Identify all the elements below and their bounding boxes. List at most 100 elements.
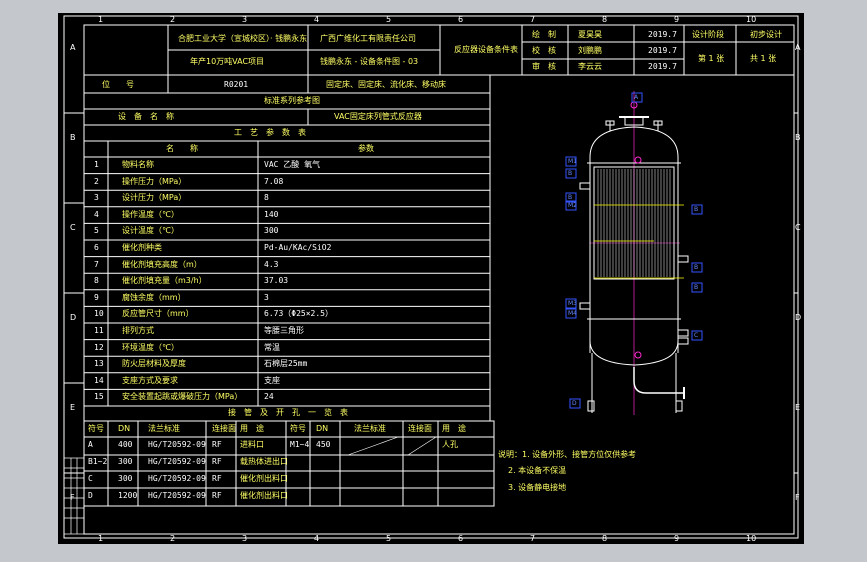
nozzle-cell-sym: C [88, 474, 93, 483]
param-row-name: 催化剂填充量（m3/h） [122, 276, 207, 286]
grid-col-label: 6 [458, 534, 464, 543]
nozzle-col-header: 符号 [290, 424, 306, 433]
name-audit: 李云云 [578, 62, 602, 71]
callout-label: D [572, 400, 577, 407]
grid-row-label: A [795, 43, 801, 52]
callout-label: A [634, 94, 639, 101]
nozzle-cell-sym: A [88, 440, 93, 449]
nozzle-col-header: 连接面 [212, 424, 236, 433]
grid-col-label: 4 [314, 534, 320, 543]
equipment-value: VAC固定床列管式反应器 [334, 112, 422, 121]
grid-col-label: 10 [746, 15, 757, 24]
grid-row-label: A [70, 43, 76, 52]
param-row-name: 物料名称 [122, 160, 154, 169]
date-audit: 2019.7 [648, 62, 677, 71]
role-check: 校 核 [532, 46, 556, 55]
param-row-number: 2 [94, 176, 99, 186]
param-row-name: 腐蚀余度（mm） [122, 292, 186, 302]
param-row-name: 催化剂种类 [122, 243, 162, 252]
nozzle-col-header: 法兰标准 [354, 424, 386, 433]
callout-label: B [568, 170, 573, 177]
grid-col-label: 5 [386, 534, 392, 543]
nozzle-cell-sym: B1~2 [88, 457, 108, 466]
param-row-number: 13 [94, 359, 104, 369]
grid-col-label: 1 [98, 15, 104, 24]
university-name: 合肥工业大学（宣城校区）· 钱鹏永东 [178, 34, 308, 43]
param-row-number: 7 [94, 259, 99, 269]
param-row-name: 防火层材料及厚度 [122, 359, 186, 369]
grid-col-label: 8 [602, 534, 608, 543]
param-row-name: 操作压力（MPa） [122, 176, 187, 186]
nozzle-cell-std: HG/T20592-09 [148, 474, 206, 483]
nozzle-cell-use: 载热体进出口 [240, 457, 288, 466]
nozzle-cell-face: RF [212, 440, 222, 449]
callout-label: C [694, 332, 699, 339]
grid-row-label: E [795, 403, 801, 412]
nozzle-cell-sym2: M1~4 [290, 440, 310, 449]
grid-col-label: 8 [602, 15, 608, 24]
grid-row-label: B [795, 133, 801, 142]
grid-col-label: 2 [170, 15, 176, 24]
param-row-name: 安全装置起跳或爆破压力（MPa） [122, 392, 243, 402]
param-row-number: 1 [94, 160, 99, 169]
param-row-value: 300 [264, 226, 279, 236]
nozzle-cell-use: 进料口 [240, 440, 264, 449]
callout-label: B [694, 284, 699, 291]
role-audit: 审 核 [532, 62, 556, 71]
param-row-value: 6.73（Φ25×2.5） [264, 309, 333, 319]
callout-label: M1 [568, 158, 577, 165]
nozzle-cell-face: RF [212, 474, 222, 483]
reactor-vessel [579, 91, 689, 415]
standard-label: 标准系列参考图 [264, 96, 320, 105]
param-row-number: 9 [94, 292, 99, 302]
grid-col-label: 6 [458, 15, 464, 24]
param-row-name: 设计温度（℃） [122, 226, 179, 236]
project-name: 年产10万吨VAC项目 [190, 57, 265, 66]
position-value: R0201 [224, 80, 249, 89]
nozzle-col-header: DN [118, 424, 131, 433]
grid-col-label: 3 [242, 534, 248, 543]
nozzle-col-header: DN [316, 424, 329, 433]
param-row-value: 石棉层25mm [264, 359, 308, 369]
param-row-name: 环境温度（℃） [122, 342, 179, 352]
nozzle-col-header: 用 途 [442, 424, 466, 433]
callout-label: M3 [568, 300, 577, 307]
param-row-name: 操作温度（℃） [122, 209, 179, 219]
param-row-number: 5 [94, 226, 99, 236]
grid-row-label: C [70, 223, 76, 232]
nozzle-col-header: 符号 [88, 424, 104, 433]
name-draw: 夏昊昊 [578, 30, 602, 39]
param-row-value: 7.08 [264, 176, 284, 186]
grid-col-label: 1 [98, 534, 104, 543]
param-row-number: 15 [94, 392, 104, 402]
nozzle-cell-dn2: 450 [316, 440, 331, 449]
param-row-name: 反应管尺寸（mm） [122, 309, 194, 319]
param-row-number: 14 [94, 375, 104, 385]
grid-row-label: B [70, 133, 76, 142]
param-row-name: 催化剂填充高度（m） [122, 259, 202, 269]
name-check: 刘鹏鹏 [578, 46, 602, 55]
col-param: 参数 [358, 144, 374, 153]
nozzle-col-header: 用 途 [240, 424, 264, 433]
position-label: 位 号 [102, 80, 134, 89]
date-check: 2019.7 [648, 46, 677, 55]
reactor-type: 固定床、固定床、流化床、移动床 [326, 80, 446, 89]
grid-row-label: D [795, 313, 802, 322]
grid-col-label: 7 [530, 15, 536, 24]
param-row-name: 排列方式 [122, 326, 154, 335]
param-row-value: 8 [264, 193, 269, 203]
callout-label: M2 [568, 202, 577, 209]
grid-col-label: 2 [170, 534, 176, 543]
stage-label: 设计阶段 [692, 30, 724, 39]
nozzle-cell-face: RF [212, 457, 222, 466]
param-row-number: 12 [94, 342, 104, 352]
nozzle-cell-sym: D [88, 491, 93, 500]
grid-row-label: F [70, 493, 75, 502]
note-2: 2. 本设备不保温 [508, 466, 567, 475]
param-row-name: 设计压力（MPa） [122, 193, 187, 203]
stage-value: 初步设计 [750, 30, 782, 39]
nozzle-col-header: 连接面 [408, 424, 432, 433]
drawing-number: 钱鹏永东 - 设备条件图 - 03 [320, 57, 419, 66]
nozzle-cell-use: 催化剂出料口 [240, 474, 288, 483]
grid-col-label: 5 [386, 15, 392, 24]
